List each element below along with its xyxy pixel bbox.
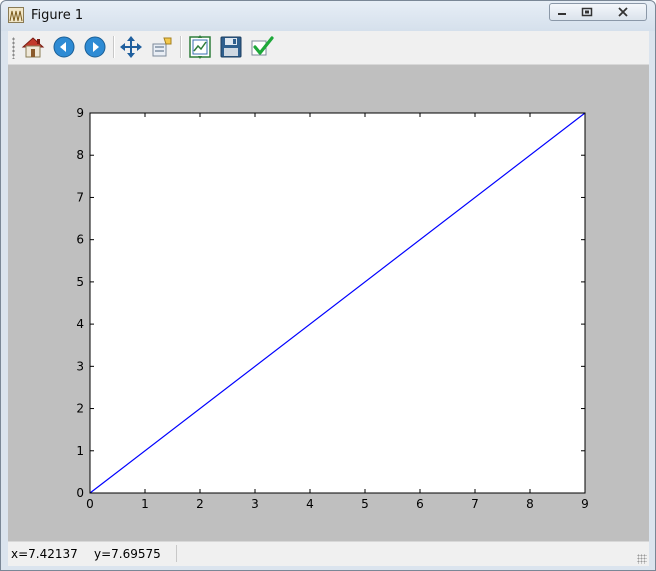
pan-button[interactable] xyxy=(119,35,143,59)
y-tick-label: 3 xyxy=(76,359,84,373)
save-button[interactable] xyxy=(219,35,243,59)
forward-button[interactable] xyxy=(83,35,107,59)
back-button[interactable] xyxy=(52,35,76,59)
status-divider xyxy=(176,545,177,562)
toolbar-grip[interactable] xyxy=(12,37,15,59)
x-tick-label: 1 xyxy=(141,497,149,511)
arrow-left-icon xyxy=(53,36,75,58)
restore-button[interactable] xyxy=(574,3,601,21)
close-icon xyxy=(618,7,628,17)
minimize-button[interactable] xyxy=(549,3,575,21)
resize-grip-icon[interactable] xyxy=(637,554,647,564)
toolbar-separator xyxy=(113,36,115,58)
x-tick-label: 2 xyxy=(196,497,204,511)
arrow-right-icon xyxy=(84,36,106,58)
y-tick-label: 8 xyxy=(76,148,84,162)
x-tick-label: 8 xyxy=(526,497,534,511)
status-bar: x=7.42137 y=7.69575 xyxy=(8,541,649,566)
x-tick-label: 7 xyxy=(471,497,479,511)
toolbar-separator xyxy=(180,36,182,58)
x-tick-label: 0 xyxy=(86,497,94,511)
matplotlib-figure-icon xyxy=(8,7,24,23)
floppy-disk-icon xyxy=(220,36,242,58)
y-tick-label: 0 xyxy=(76,486,84,500)
subplots-button[interactable] xyxy=(188,35,212,59)
y-tick-label: 5 xyxy=(76,275,84,289)
y-tick-label: 6 xyxy=(76,233,84,247)
restore-icon xyxy=(581,7,593,17)
zoom-rect-icon xyxy=(152,37,172,57)
edit-axes-button[interactable] xyxy=(250,35,274,59)
checkmark-icon xyxy=(251,36,274,56)
x-tick-label: 5 xyxy=(361,497,369,511)
y-tick-label: 4 xyxy=(76,317,84,331)
x-tick-label: 9 xyxy=(581,497,589,511)
status-y-coordinate: y=7.69575 xyxy=(94,547,161,561)
status-x-coordinate: x=7.42137 xyxy=(11,547,78,561)
figure-window: Figure 1 0 1 2 3 4 5 6 7 8 9 0 1 2 3 4 5… xyxy=(0,0,656,571)
close-button[interactable] xyxy=(600,3,647,21)
y-tick-label: 1 xyxy=(76,444,84,458)
home-icon xyxy=(21,37,45,58)
home-button[interactable] xyxy=(21,35,45,59)
move-arrows-icon xyxy=(120,36,142,58)
window-title: Figure 1 xyxy=(31,8,84,23)
minimize-icon xyxy=(558,13,566,15)
zoom-button[interactable] xyxy=(150,35,174,59)
title-bar[interactable]: Figure 1 xyxy=(1,1,655,31)
figure-client-area: 0 1 2 3 4 5 6 7 8 9 0 1 2 3 4 5 6 7 8 9 x=7.42137 y=7.69575 xyxy=(8,31,649,566)
y-tick-label: 2 xyxy=(76,402,84,416)
figure-canvas[interactable]: 0 1 2 3 4 5 6 7 8 9 0 1 2 3 4 5 6 7 8 9 xyxy=(8,65,649,541)
subplot-config-icon xyxy=(189,35,211,59)
x-tick-label: 4 xyxy=(306,497,314,511)
y-tick-label: 9 xyxy=(76,106,84,120)
navigation-toolbar xyxy=(8,31,649,65)
y-tick-label: 7 xyxy=(76,190,84,204)
x-tick-label: 3 xyxy=(251,497,259,511)
x-tick-label: 6 xyxy=(416,497,424,511)
line-plot: 0 1 2 3 4 5 6 7 8 9 0 1 2 3 4 5 6 7 8 9 xyxy=(76,106,589,511)
